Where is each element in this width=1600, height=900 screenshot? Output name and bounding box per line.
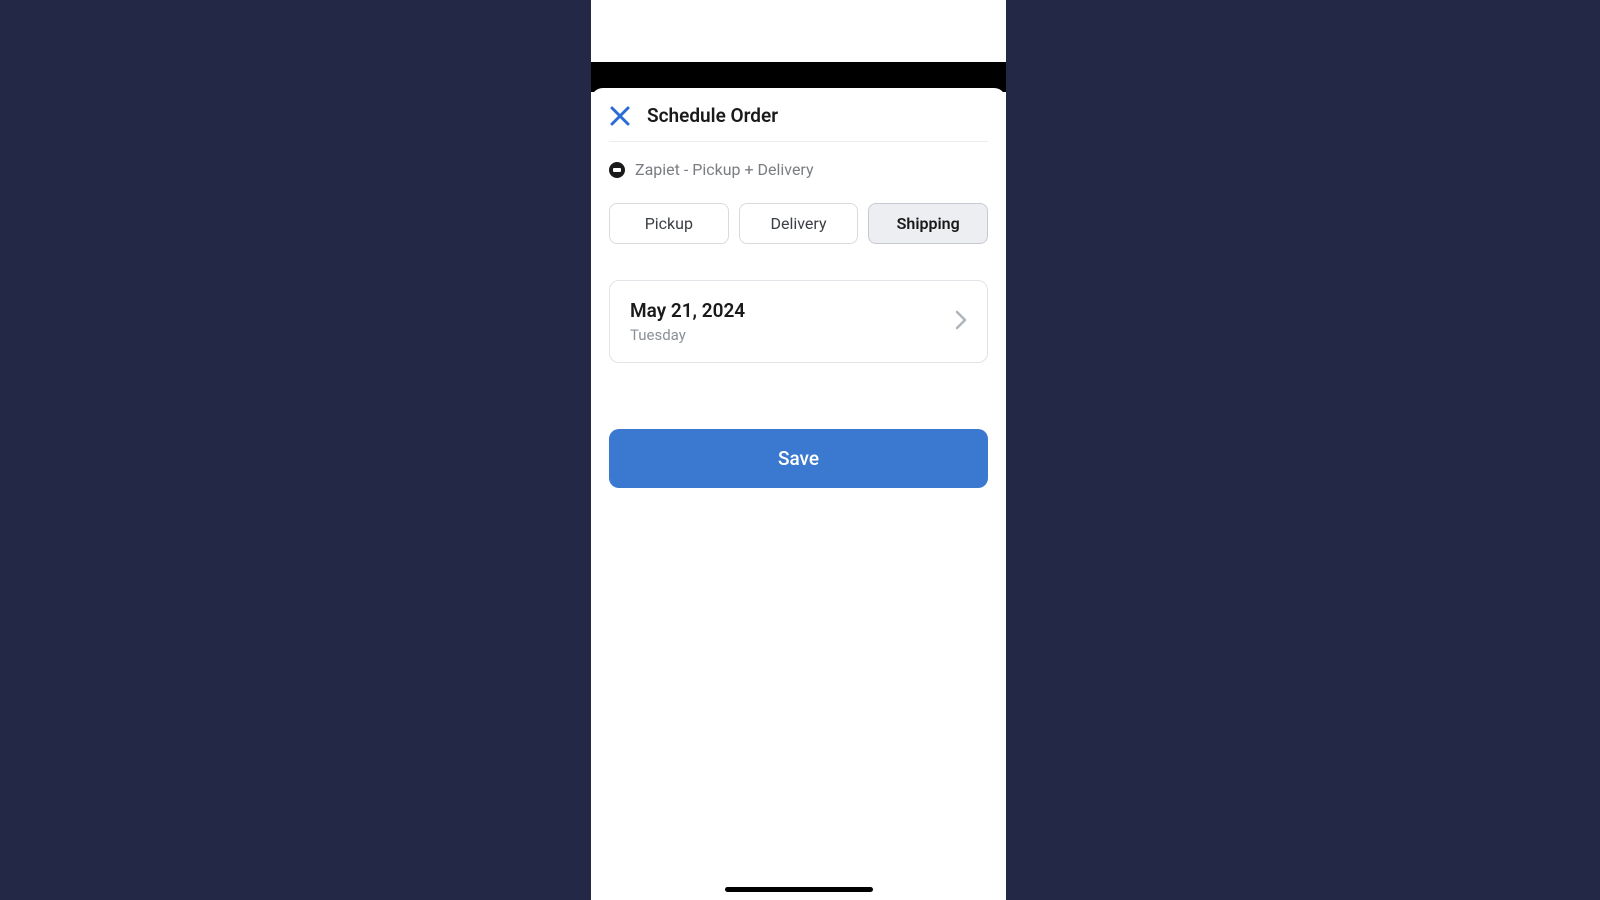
tab-delivery[interactable]: Delivery — [739, 203, 859, 244]
app-provider-row: Zapiet - Pickup + Delivery — [591, 142, 1006, 179]
sheet-title: Schedule Order — [647, 104, 778, 127]
tab-shipping[interactable]: Shipping — [868, 203, 988, 244]
top-blank-area — [591, 0, 1006, 62]
sheet-header: Schedule Order — [591, 88, 1006, 141]
date-text-group: May 21, 2024 Tuesday — [630, 299, 745, 344]
home-indicator[interactable] — [725, 887, 873, 892]
close-icon[interactable] — [609, 105, 631, 127]
date-weekday: Tuesday — [630, 326, 745, 344]
save-button[interactable]: Save — [609, 429, 988, 488]
fulfillment-tabs: Pickup Delivery Shipping — [591, 179, 1006, 244]
chevron-right-icon — [955, 310, 967, 334]
app-provider-name: Zapiet - Pickup + Delivery — [635, 160, 814, 179]
schedule-order-sheet: Schedule Order Zapiet - Pickup + Deliver… — [591, 88, 1006, 900]
date-value: May 21, 2024 — [630, 299, 745, 322]
app-provider-icon — [609, 162, 625, 178]
phone-frame: Schedule Order Zapiet - Pickup + Deliver… — [591, 0, 1006, 900]
date-picker-row[interactable]: May 21, 2024 Tuesday — [609, 280, 988, 363]
tab-pickup[interactable]: Pickup — [609, 203, 729, 244]
